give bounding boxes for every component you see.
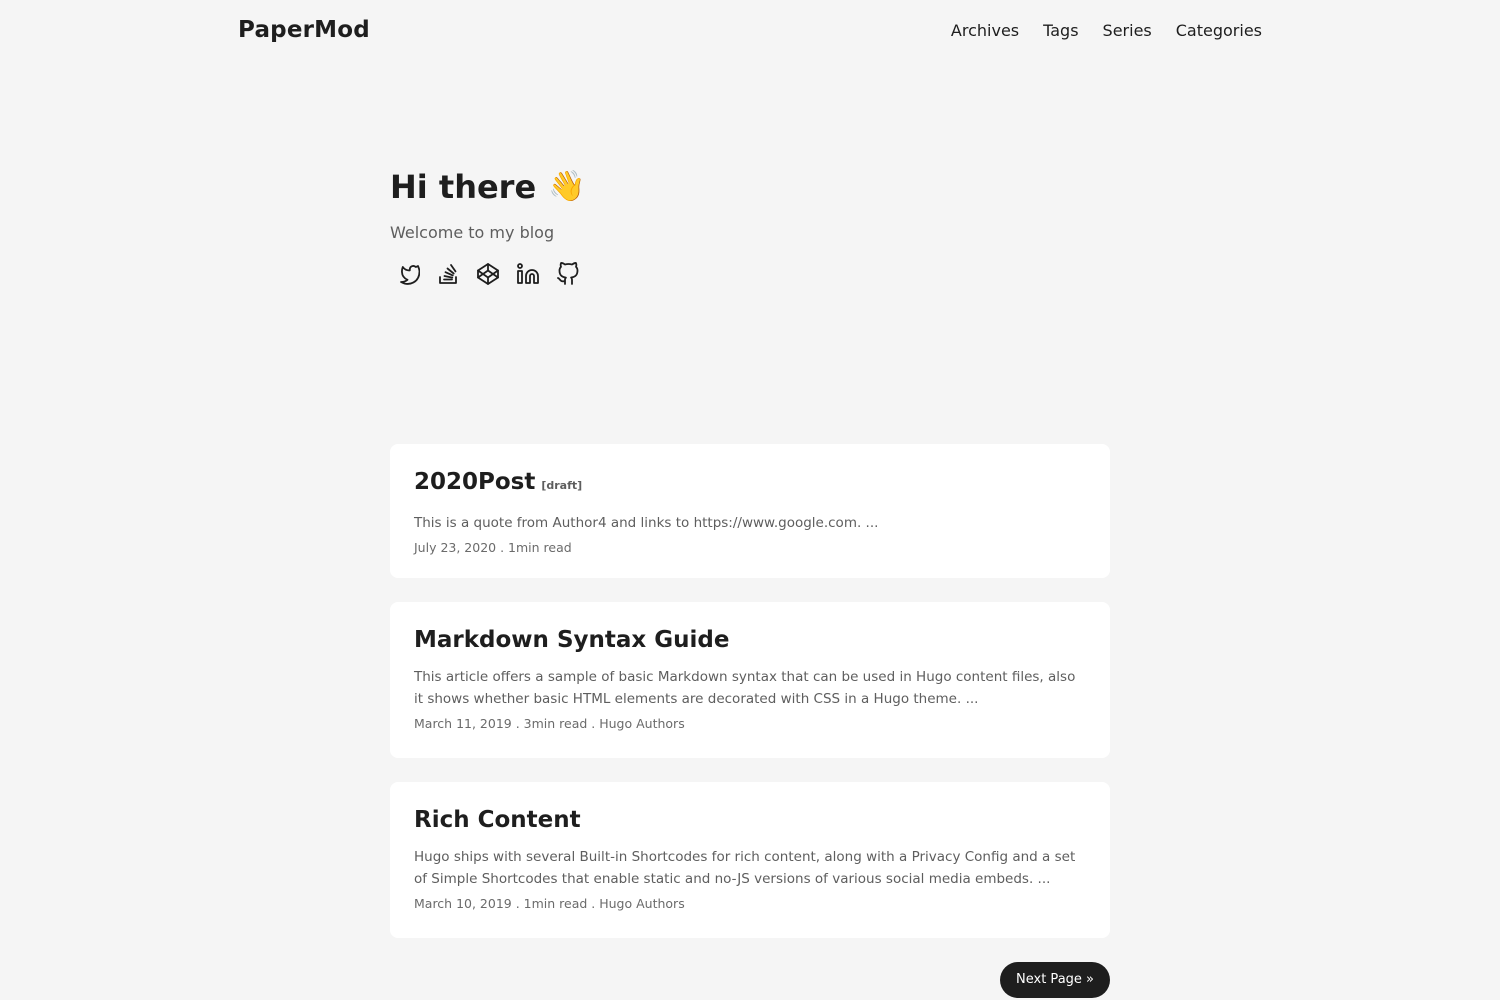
post-title: Rich Content — [414, 804, 1086, 836]
post-title-text: 2020Post — [414, 469, 536, 495]
post-entry[interactable]: 2020Post [draft] This is a quote from Au… — [390, 444, 1110, 578]
draft-badge: [draft] — [541, 479, 583, 492]
social-icons — [390, 262, 586, 286]
post-meta: March 11, 2019 . 3min read . Hugo Author… — [414, 716, 685, 731]
home-info: Hi there 👋 Welcome to my blog — [390, 165, 586, 286]
next-page-button[interactable]: Next Page » — [1000, 962, 1110, 998]
post-entry[interactable]: Rich Content Hugo ships with several Bui… — [390, 782, 1110, 938]
post-summary: Hugo ships with several Built-in Shortco… — [414, 849, 1076, 887]
menu-item-series: Series — [1103, 21, 1152, 40]
menu-item-categories: Categories — [1176, 21, 1262, 40]
menu-link-categories[interactable]: Categories — [1176, 21, 1262, 40]
post-summary: This article offers a sample of basic Ma… — [414, 669, 1076, 707]
site-header: PaperMod Archives Tags Series Categories — [238, 0, 1262, 60]
post-entry[interactable]: Markdown Syntax Guide This article offer… — [390, 602, 1110, 758]
menu-item-archives: Archives — [951, 21, 1019, 40]
waving-hand-icon: 👋 — [548, 169, 586, 204]
github-icon[interactable] — [556, 262, 580, 286]
main-menu: Archives Tags Series Categories — [951, 21, 1262, 40]
post-title-text: Markdown Syntax Guide — [414, 627, 730, 653]
post-title: Markdown Syntax Guide — [414, 624, 1086, 656]
menu-link-archives[interactable]: Archives — [951, 21, 1019, 40]
post-meta: July 23, 2020 . 1min read — [414, 540, 572, 555]
site-logo[interactable]: PaperMod — [238, 17, 370, 43]
menu-item-tags: Tags — [1043, 21, 1078, 40]
post-meta: March 10, 2019 . 1min read . Hugo Author… — [414, 896, 685, 911]
codepen-icon[interactable] — [476, 262, 500, 286]
home-title: Hi there 👋 — [390, 165, 586, 209]
post-title: 2020Post [draft] — [414, 466, 1086, 502]
pagination: Next Page » — [1000, 962, 1110, 998]
menu-link-series[interactable]: Series — [1103, 21, 1152, 40]
home-subtitle: Welcome to my blog — [390, 223, 555, 242]
stackoverflow-icon[interactable] — [436, 262, 460, 286]
linkedin-icon[interactable] — [516, 262, 540, 286]
post-title-text: Rich Content — [414, 807, 581, 833]
post-summary: This is a quote from Author4 and links t… — [414, 515, 879, 531]
menu-link-tags[interactable]: Tags — [1043, 21, 1078, 40]
home-title-text: Hi there — [390, 168, 537, 206]
twitter-icon[interactable] — [396, 262, 420, 286]
